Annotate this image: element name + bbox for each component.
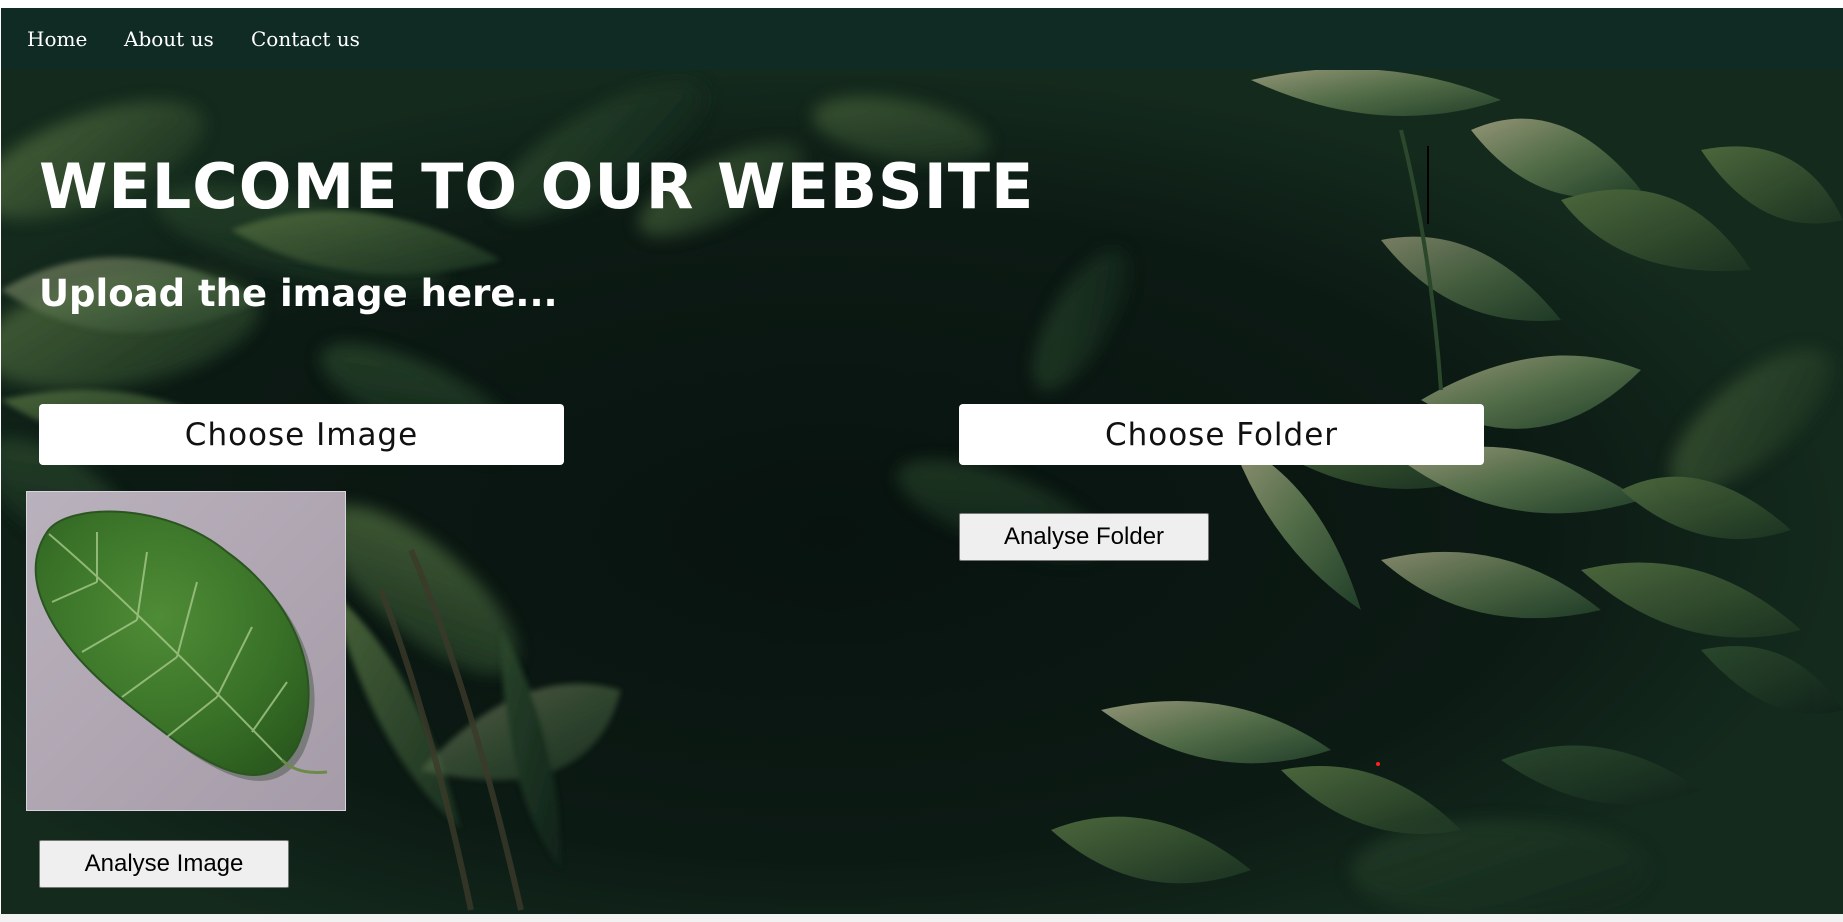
analyse-image-label: Analyse Image <box>84 850 244 877</box>
analyse-folder-button[interactable]: Analyse Folder <box>959 513 1209 561</box>
upload-instruction: Upload the image here... <box>39 272 558 315</box>
analyse-folder-label: Analyse Folder <box>1003 523 1165 550</box>
page: Home About us Contact us WELCOME TO OUR … <box>0 0 1843 922</box>
analyse-image-button[interactable]: Analyse Image <box>39 840 289 888</box>
browser-viewport: Home About us Contact us WELCOME TO OUR … <box>1 8 1843 914</box>
nav-link-about-us[interactable]: About us <box>124 27 214 51</box>
uploaded-image-preview <box>26 491 346 811</box>
choose-folder-button[interactable]: Choose Folder <box>959 404 1484 465</box>
nav-link-home[interactable]: Home <box>27 27 87 51</box>
nav-link-contact-us[interactable]: Contact us <box>251 27 360 51</box>
bottom-edge <box>0 914 1843 922</box>
red-dot-marker <box>1376 762 1380 766</box>
choose-image-label: Choose Image <box>184 416 419 453</box>
text-cursor <box>1427 146 1429 224</box>
choose-image-button[interactable]: Choose Image <box>39 404 564 465</box>
choose-folder-label: Choose Folder <box>1104 416 1339 453</box>
leaf-photo <box>27 492 345 810</box>
page-title: WELCOME TO OUR WEBSITE <box>39 150 1035 223</box>
main-content: WELCOME TO OUR WEBSITE Upload the image … <box>1 8 1843 914</box>
top-navbar: Home About us Contact us <box>1 8 1843 70</box>
